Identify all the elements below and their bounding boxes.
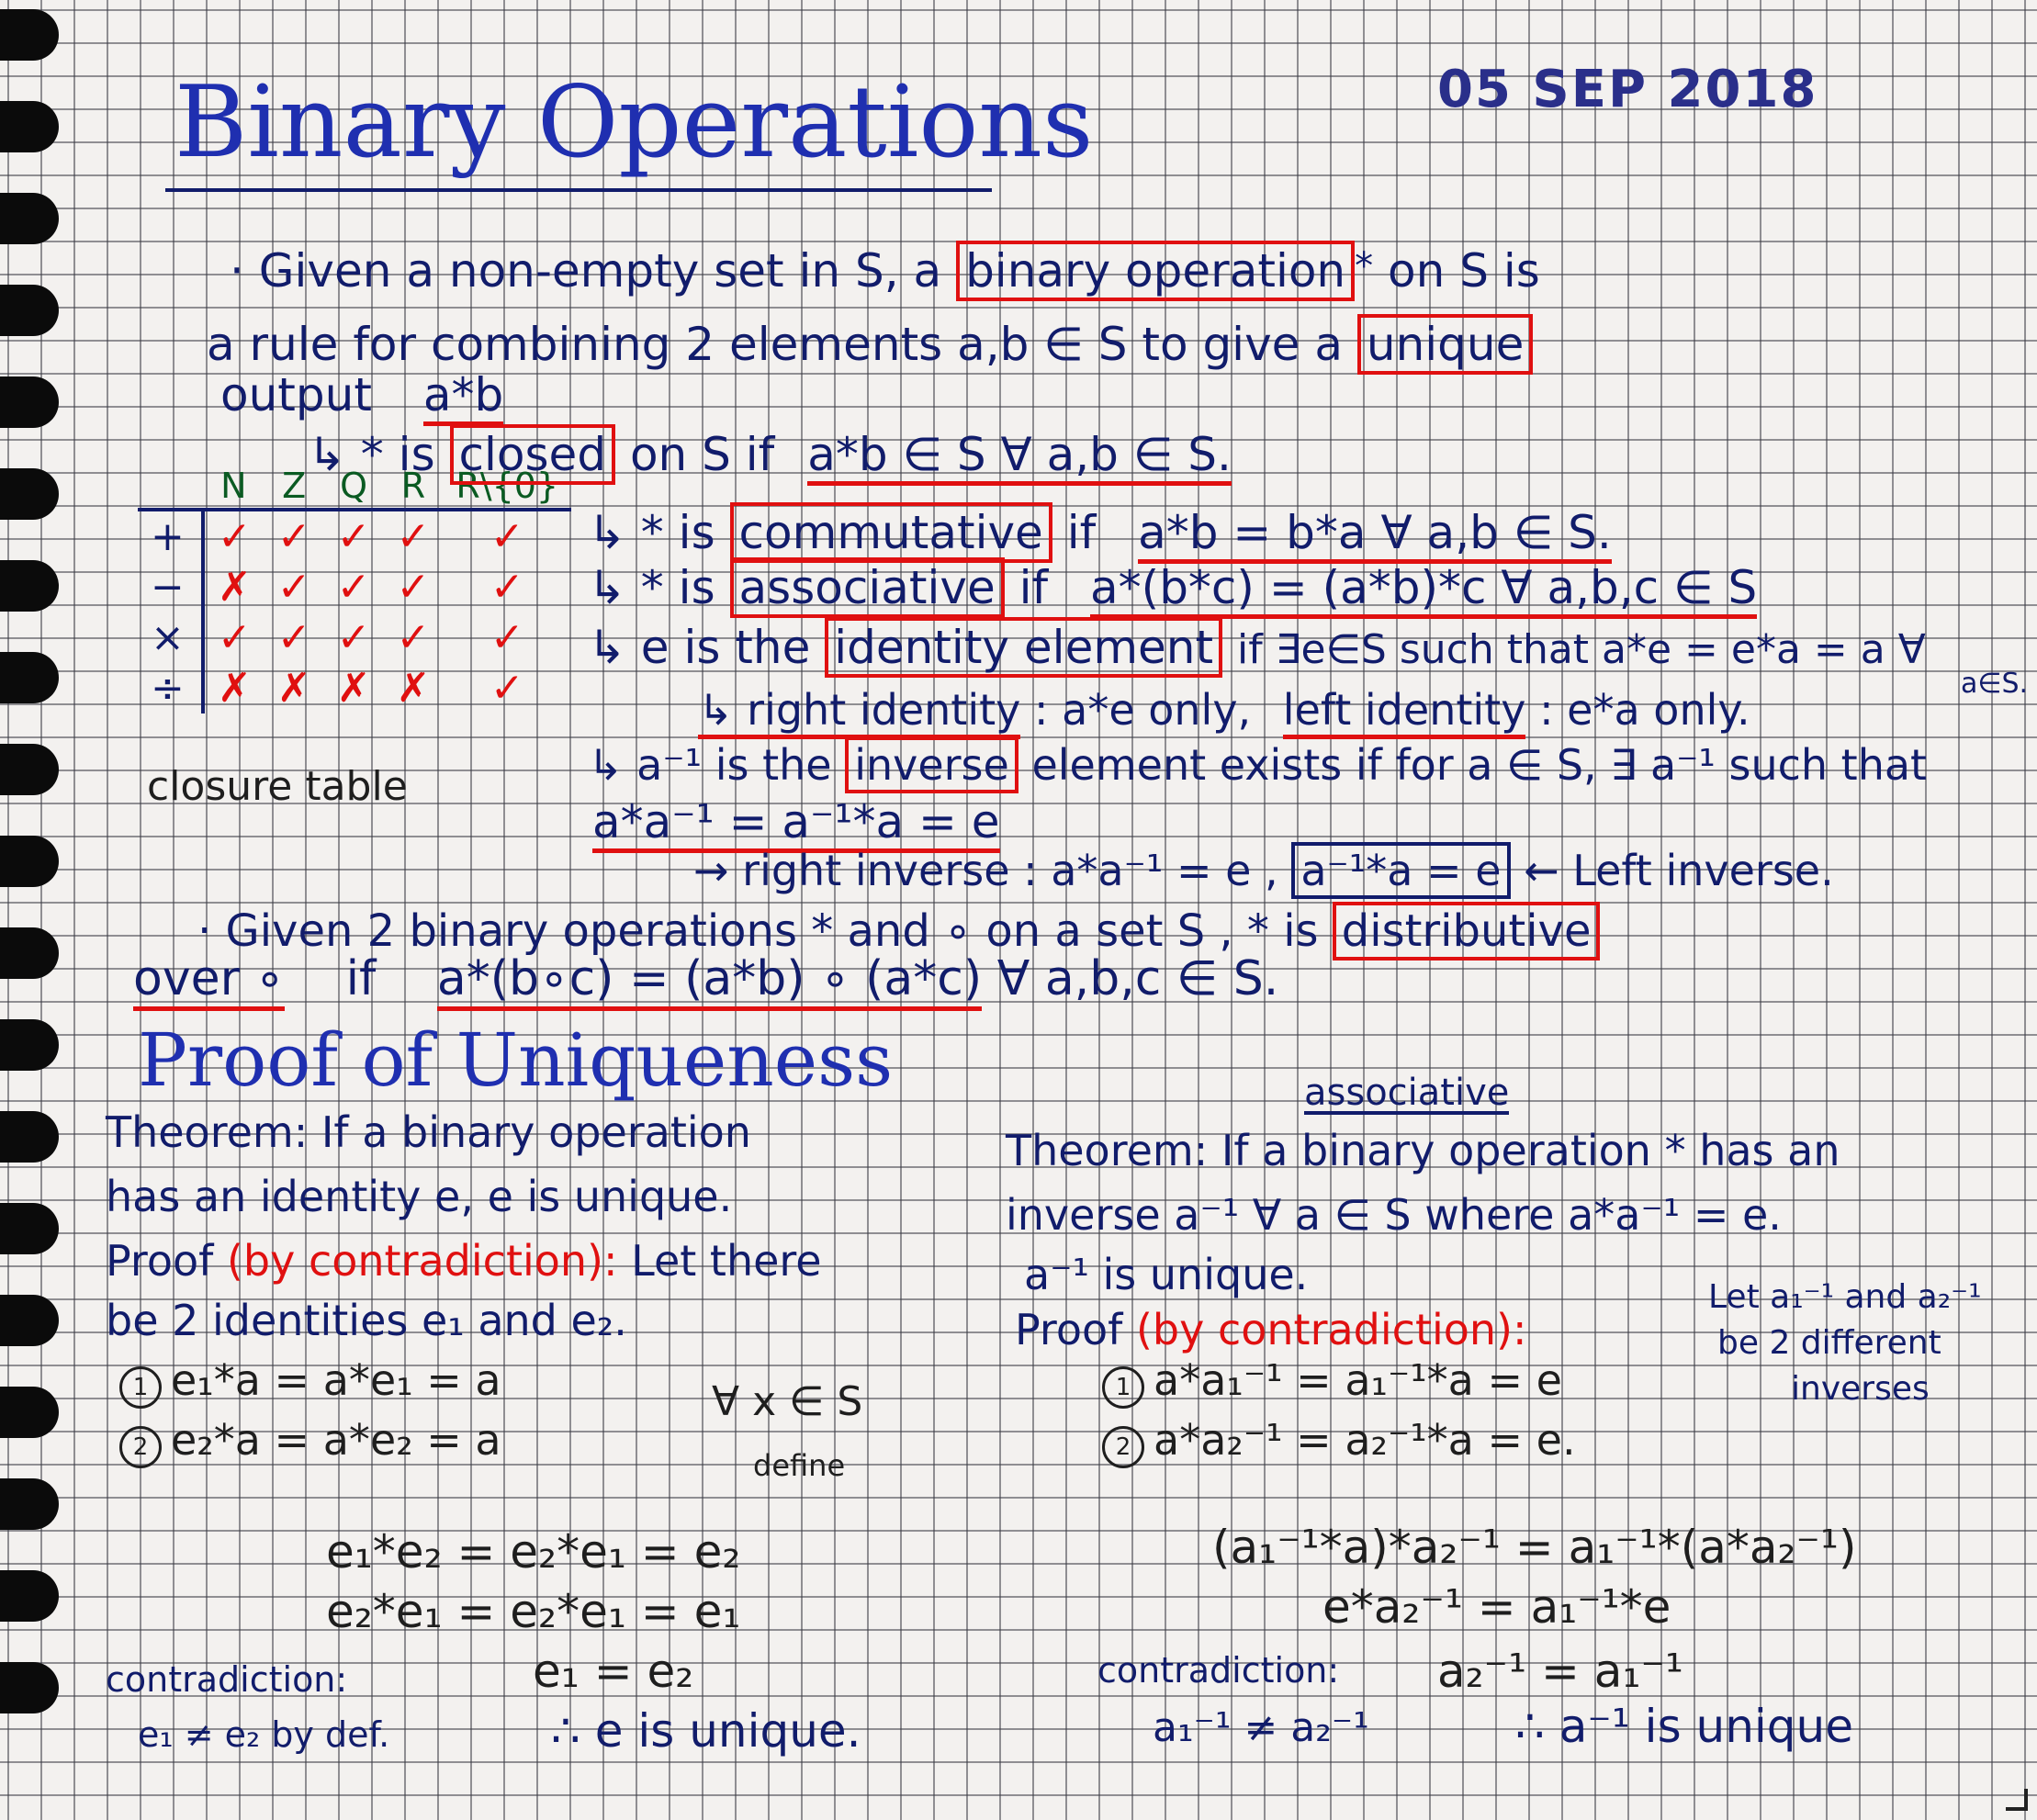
closure-table: N Z Q R R\{0} + ✓ ✓ ✓ ✓ ✓ − ✗ ✓ ✓ ✓ ✓ × … (138, 464, 572, 713)
identity-property: ↳ e is the identity element if ∃e∈S such… (588, 617, 1926, 678)
closed-property: ↳ * is closed on S if a*b ∈ S ∀ a,b ∈ S. (308, 424, 1232, 486)
title-underline (165, 188, 992, 192)
identity-tail: a∈S. (1961, 668, 2029, 700)
left-conclusion: ∴ e is unique. (551, 1704, 861, 1758)
page-title: Binary Operations (174, 65, 1094, 180)
right-theorem-line-3: a⁻¹ is unique. (1024, 1250, 1309, 1299)
right-side-note-3: inverses (1791, 1370, 1930, 1408)
left-contradiction-label: contradiction: (106, 1659, 348, 1700)
commutative-property: ↳ * is commutative if a*b = b*a ∀ a,b ∈ … (588, 502, 1612, 564)
right-contradiction-label: contradiction: (1097, 1650, 1340, 1691)
date-stamp: 05 SEP 2018 (1437, 60, 1818, 119)
right-side-note-2: be 2 different (1717, 1324, 1941, 1362)
notebook-page: 05 SEP 2018 Binary Operations · Given a … (0, 0, 2037, 1820)
binary-operation-box: binary operation (956, 241, 1356, 301)
table-row: + ✓ ✓ ✓ ✓ ✓ (138, 510, 571, 562)
definition-line-3: output a*b (220, 368, 504, 426)
right-contradiction-eq: a₂⁻¹ = a₁⁻¹ (1437, 1645, 1683, 1698)
left-define: define (753, 1448, 846, 1483)
left-eq-2: e₂*e₁ = e₂*e₁ = e₁ (326, 1585, 741, 1638)
left-forall: ∀ x ∈ S (712, 1378, 863, 1425)
distributive-line-2: over ∘ if a*(b∘c) = (a*b) ∘ (a*c) ∀ a,b,… (133, 951, 1278, 1011)
left-contradiction-eq: e₁ = e₂ (533, 1645, 694, 1698)
table-row: − ✗ ✓ ✓ ✓ ✓ (138, 562, 571, 612)
right-eq-2: e*a₂⁻¹ = a₁⁻¹*e (1322, 1580, 1671, 1634)
left-step-2: 2 e₂*a = a*e₂ = a (119, 1419, 501, 1468)
right-left-identity: ↳ right identity : a*e only, left identi… (698, 685, 1750, 739)
table-corner (138, 464, 203, 511)
right-step-2: 2 a*a₂⁻¹ = a₂⁻¹*a = e. (1102, 1419, 1576, 1468)
associative-property: ↳ * is associative if a*(b*c) = (a*b)*c … (588, 557, 1758, 619)
proof-title: Proof of Uniqueness (138, 1017, 894, 1103)
left-contradiction-note: e₁ ≠ e₂ by def. (138, 1714, 390, 1755)
inverse-equation: a*a⁻¹ = a⁻¹*a = e (592, 795, 1000, 853)
col-header: N (202, 464, 264, 511)
left-proof-line: Proof (by contradiction): Let there (106, 1236, 822, 1286)
inverse-property: ↳ a⁻¹ is the inverse element exists if f… (588, 736, 1927, 793)
left-step-1: 1 e₁*a = a*e₁ = a (119, 1359, 501, 1409)
distributive-line-1: · Given 2 binary operations * and ∘ on a… (197, 902, 1601, 961)
right-step-1: 1 a*a₁⁻¹ = a₁⁻¹*a = e (1102, 1359, 1562, 1409)
right-theorem-line-1: Theorem: If a binary operation * has an (1006, 1126, 1840, 1175)
associative-note: associative (1304, 1072, 1510, 1115)
unique-box: unique (1356, 314, 1534, 375)
left-theorem-line-2: has an identity e, e is unique. (106, 1172, 733, 1221)
left-theorem-line-1: Theorem: If a binary operation (106, 1107, 751, 1157)
closure-table-caption: closure table (147, 763, 408, 810)
right-proof-line: Proof (by contradiction): (1015, 1305, 1527, 1354)
right-conclusion: ∴ a⁻¹ is unique (1515, 1700, 1853, 1753)
right-side-note-1: Let a₁⁻¹ and a₂⁻¹ (1708, 1278, 1982, 1316)
right-eq-1: (a₁⁻¹*a)*a₂⁻¹ = a₁⁻¹*(a*a₂⁻¹) (1212, 1521, 1857, 1574)
spiral-binding (0, 0, 64, 1820)
definition-line-2: a rule for combining 2 elements a,b ∈ S … (207, 314, 1534, 375)
left-right-inverse: → right inverse : a*a⁻¹ = e , a⁻¹*a = e … (693, 842, 1834, 899)
right-theorem-line-2: inverse a⁻¹ ∀ a ∈ S where a*a⁻¹ = e. (1006, 1190, 1782, 1240)
left-proof-line-4: be 2 identities e₁ and e₂. (106, 1296, 627, 1345)
table-row: × ✓ ✓ ✓ ✓ ✓ (138, 612, 571, 663)
definition-line-1: · Given a non-empty set in S, a binary o… (230, 241, 1540, 301)
page-corner (2006, 1789, 2028, 1811)
left-eq-1: e₁*e₂ = e₂*e₁ = e₂ (326, 1525, 741, 1578)
table-row: ÷ ✗ ✗ ✗ ✗ ✓ (138, 663, 571, 713)
right-contradiction-note: a₁⁻¹ ≠ a₂⁻¹ (1153, 1704, 1369, 1751)
